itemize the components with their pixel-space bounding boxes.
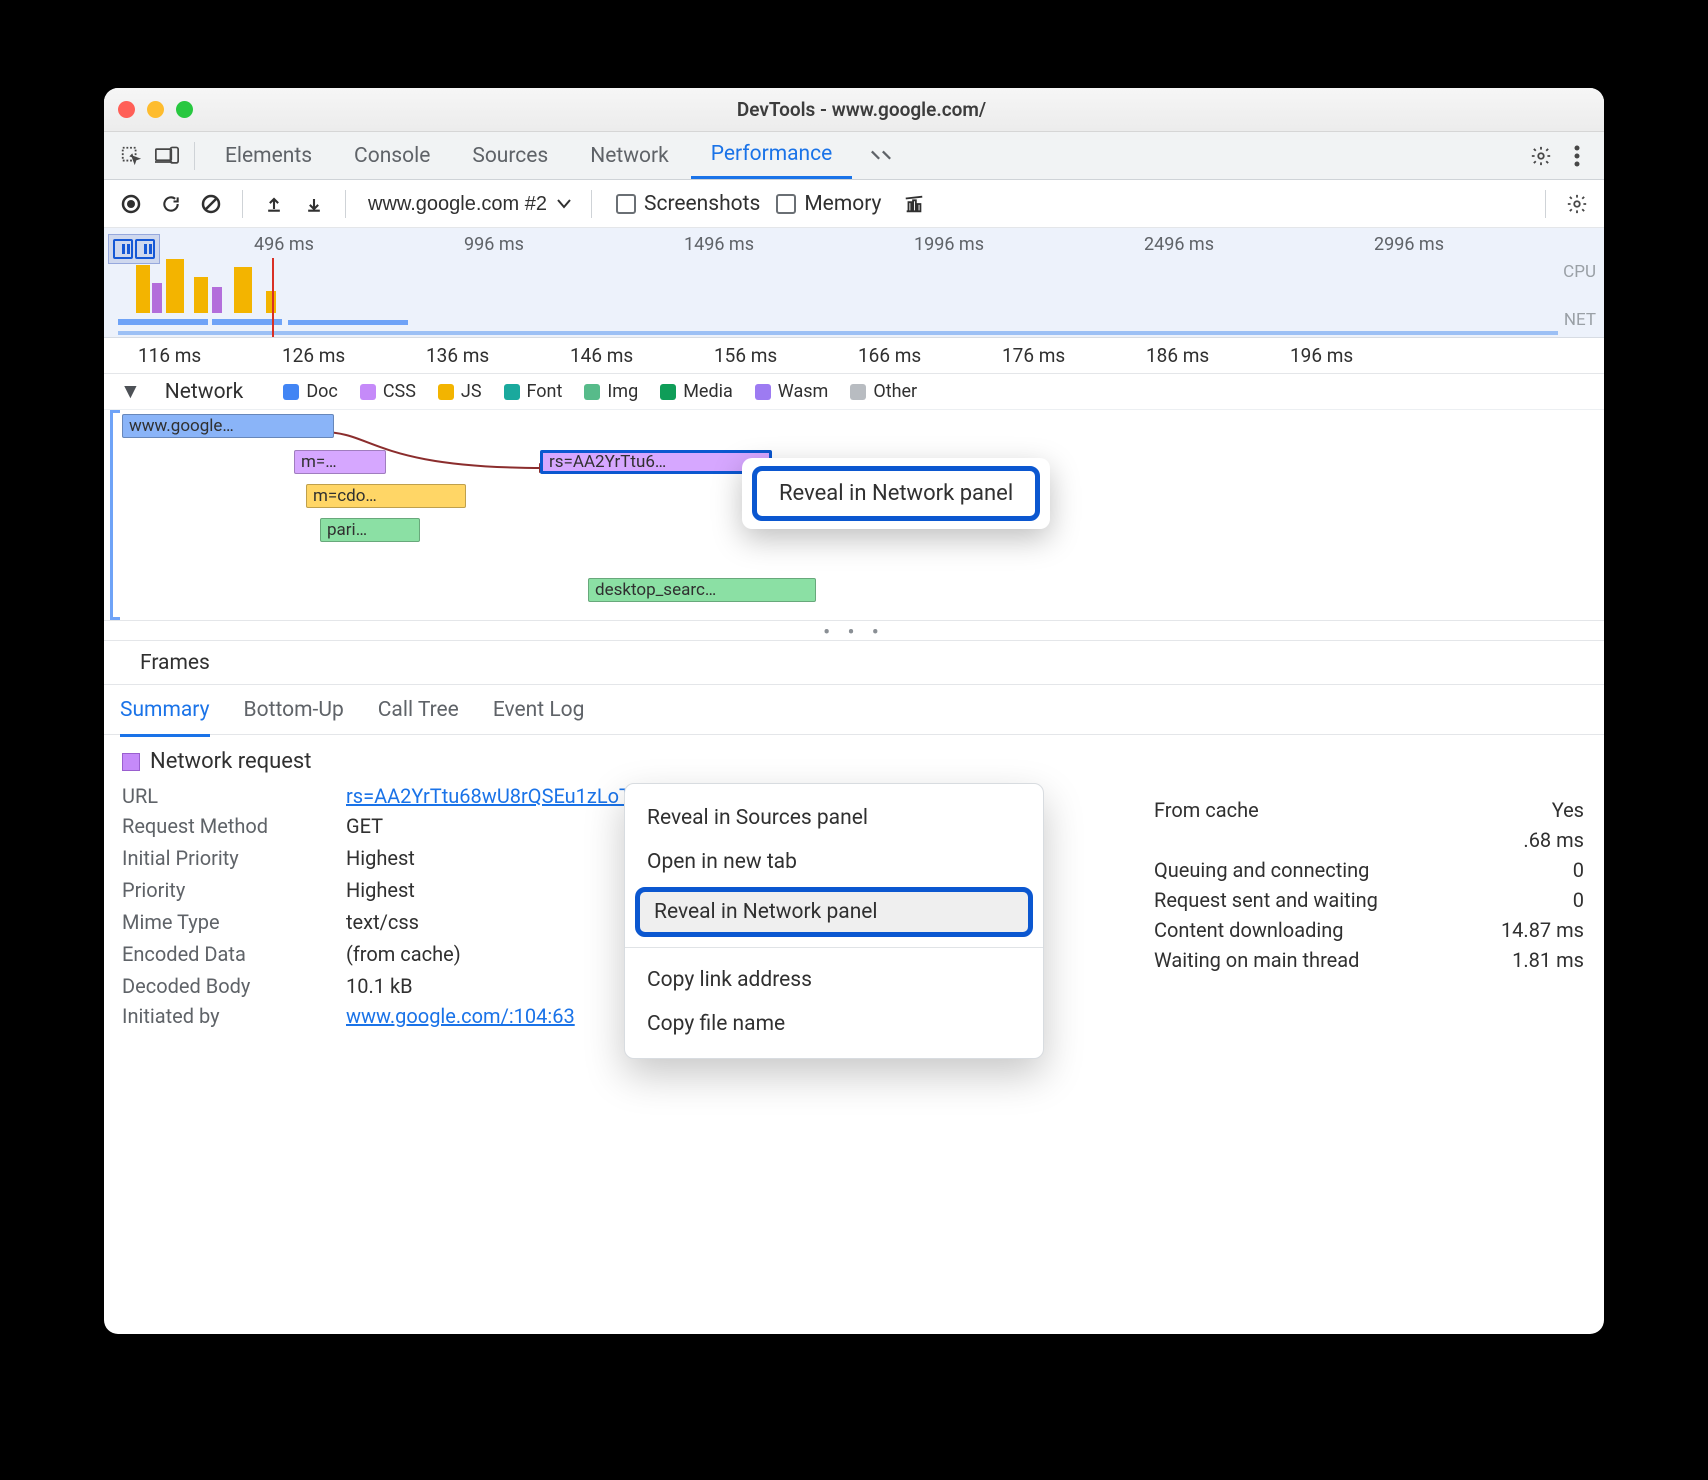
tab-elements[interactable]: Elements — [205, 132, 332, 179]
overview-cpu-label: CPU — [1563, 262, 1596, 282]
record-icon[interactable] — [114, 187, 148, 221]
titlebar: DevTools - www.google.com/ — [104, 88, 1604, 132]
network-request-bar[interactable]: pari… — [320, 518, 420, 542]
window-title: DevTools - www.google.com/ — [193, 98, 1530, 121]
network-request-bar[interactable]: www.google… — [122, 414, 334, 438]
ctx-open-new-tab[interactable]: Open in new tab — [625, 840, 1043, 884]
context-menu: Reveal in Sources panel Open in new tab … — [624, 783, 1044, 1059]
field-label: Initial Priority — [122, 846, 322, 870]
performance-toolbar: www.google.com #2 Screenshots Memory — [104, 180, 1604, 228]
field-label: Decoded Body — [122, 974, 322, 998]
screenshots-checkbox[interactable]: Screenshots — [616, 192, 760, 216]
network-request-bar[interactable]: m=cdo… — [306, 484, 466, 508]
memory-label: Memory — [804, 192, 881, 216]
frames-label: Frames — [140, 651, 210, 675]
network-track: ▼ Network DocCSSJSFontImgMediaWasmOther … — [104, 374, 1604, 621]
network-request-bar[interactable]: desktop_searc… — [588, 578, 816, 602]
panel-settings-icon[interactable] — [1560, 187, 1594, 221]
maximize-icon[interactable] — [176, 101, 193, 118]
legend-font: Font — [504, 381, 563, 402]
initiated-by-link[interactable]: www.google.com/:104:63 — [346, 1004, 575, 1028]
network-request-bar[interactable]: m=… — [294, 450, 386, 474]
overview-tick: 2996 ms — [1374, 234, 1444, 255]
screenshots-label: Screenshots — [644, 192, 760, 216]
ctx-copy-filename[interactable]: Copy file name — [625, 1002, 1043, 1046]
timing-row: Content downloading14.87 ms — [1154, 915, 1584, 945]
overview-marker — [272, 258, 274, 337]
timing-row: Queuing and connecting0 — [1154, 855, 1584, 885]
device-toggle-icon[interactable] — [150, 139, 184, 173]
overview-tick: 996 ms — [464, 234, 524, 255]
reload-record-icon[interactable] — [154, 187, 188, 221]
section-title: Network request — [150, 749, 311, 774]
more-tabs-icon[interactable] — [864, 139, 898, 173]
close-icon[interactable] — [118, 101, 135, 118]
reveal-tooltip: Reveal in Network panel — [742, 458, 1050, 529]
detail-tab-eventlog[interactable]: Event Log — [493, 698, 585, 722]
clear-icon[interactable] — [194, 187, 228, 221]
overview-tick: 1496 ms — [684, 234, 754, 255]
flamechart-timescale: 116 ms 126 ms 136 ms 146 ms 156 ms 166 m… — [104, 338, 1604, 374]
network-request-bar[interactable]: rs=AA2YrTtu6… — [540, 450, 772, 474]
summary-panel: Network request URL rs=AA2YrTtu68wU8rQSE… — [104, 735, 1604, 1046]
ctx-reveal-sources[interactable]: Reveal in Sources panel — [625, 796, 1043, 840]
field-label: Priority — [122, 878, 322, 902]
timing-row: Waiting on main thread1.81 ms — [1154, 945, 1584, 975]
minimize-icon[interactable] — [147, 101, 164, 118]
download-icon[interactable] — [297, 187, 331, 221]
ctx-copy-link[interactable]: Copy link address — [625, 958, 1043, 1002]
traffic-lights — [118, 101, 193, 118]
timing-column: From cacheYes .68 ms Queuing and connect… — [1154, 795, 1584, 975]
collapse-icon[interactable]: ▼ — [120, 380, 141, 404]
field-label: Mime Type — [122, 910, 322, 934]
ctx-reveal-network[interactable]: Reveal in Network panel — [635, 887, 1033, 937]
field-label: Encoded Data — [122, 942, 322, 966]
tooltip-label: Reveal in Network panel — [752, 466, 1040, 521]
field-label: Request Method — [122, 814, 322, 838]
overview-tick: 1996 ms — [914, 234, 984, 255]
network-track-label: Network — [165, 380, 244, 404]
kebab-icon[interactable] — [1560, 139, 1594, 173]
overview-minimap[interactable]: 496 ms 996 ms 1496 ms 1996 ms 2496 ms 29… — [104, 228, 1604, 338]
frames-track[interactable]: Frames — [104, 641, 1604, 685]
tab-sources[interactable]: Sources — [452, 132, 568, 179]
overview-net-label: NET — [1564, 310, 1596, 330]
tab-performance[interactable]: Performance — [691, 132, 852, 179]
legend-media: Media — [660, 381, 733, 402]
settings-icon[interactable] — [1524, 139, 1558, 173]
initiated-by-label: Initiated by — [122, 1004, 322, 1028]
overview-tick: 496 ms — [254, 234, 314, 255]
legend-img: Img — [584, 381, 638, 402]
recording-select[interactable]: www.google.com #2 — [360, 193, 577, 215]
inspect-icon[interactable] — [114, 139, 148, 173]
resize-handle[interactable]: • • • — [104, 621, 1604, 641]
legend-other: Other — [850, 381, 917, 402]
detail-tab-bottomup[interactable]: Bottom-Up — [244, 698, 344, 722]
request-type-swatch — [122, 753, 140, 771]
upload-icon[interactable] — [257, 187, 291, 221]
legend-wasm: Wasm — [755, 381, 829, 402]
overview-chart — [116, 253, 376, 313]
overview-tick: 2496 ms — [1144, 234, 1214, 255]
devtools-window: DevTools - www.google.com/ Elements Cons… — [104, 88, 1604, 1334]
detail-tab-calltree[interactable]: Call Tree — [378, 698, 459, 722]
memory-checkbox[interactable]: Memory — [776, 192, 881, 216]
detail-tab-summary[interactable]: Summary — [120, 698, 210, 737]
timing-row: Request sent and waiting0 — [1154, 885, 1584, 915]
detail-tabs: Summary Bottom-Up Call Tree Event Log — [104, 685, 1604, 735]
legend-doc: Doc — [283, 381, 338, 402]
tab-console[interactable]: Console — [334, 132, 450, 179]
devtools-tabbar: Elements Console Sources Network Perform… — [104, 132, 1604, 180]
selection-bracket — [110, 410, 120, 620]
tab-network[interactable]: Network — [570, 132, 689, 179]
url-label: URL — [122, 784, 322, 808]
legend-js: JS — [438, 381, 482, 402]
garbage-collect-icon[interactable] — [897, 187, 931, 221]
legend-css: CSS — [360, 381, 416, 402]
